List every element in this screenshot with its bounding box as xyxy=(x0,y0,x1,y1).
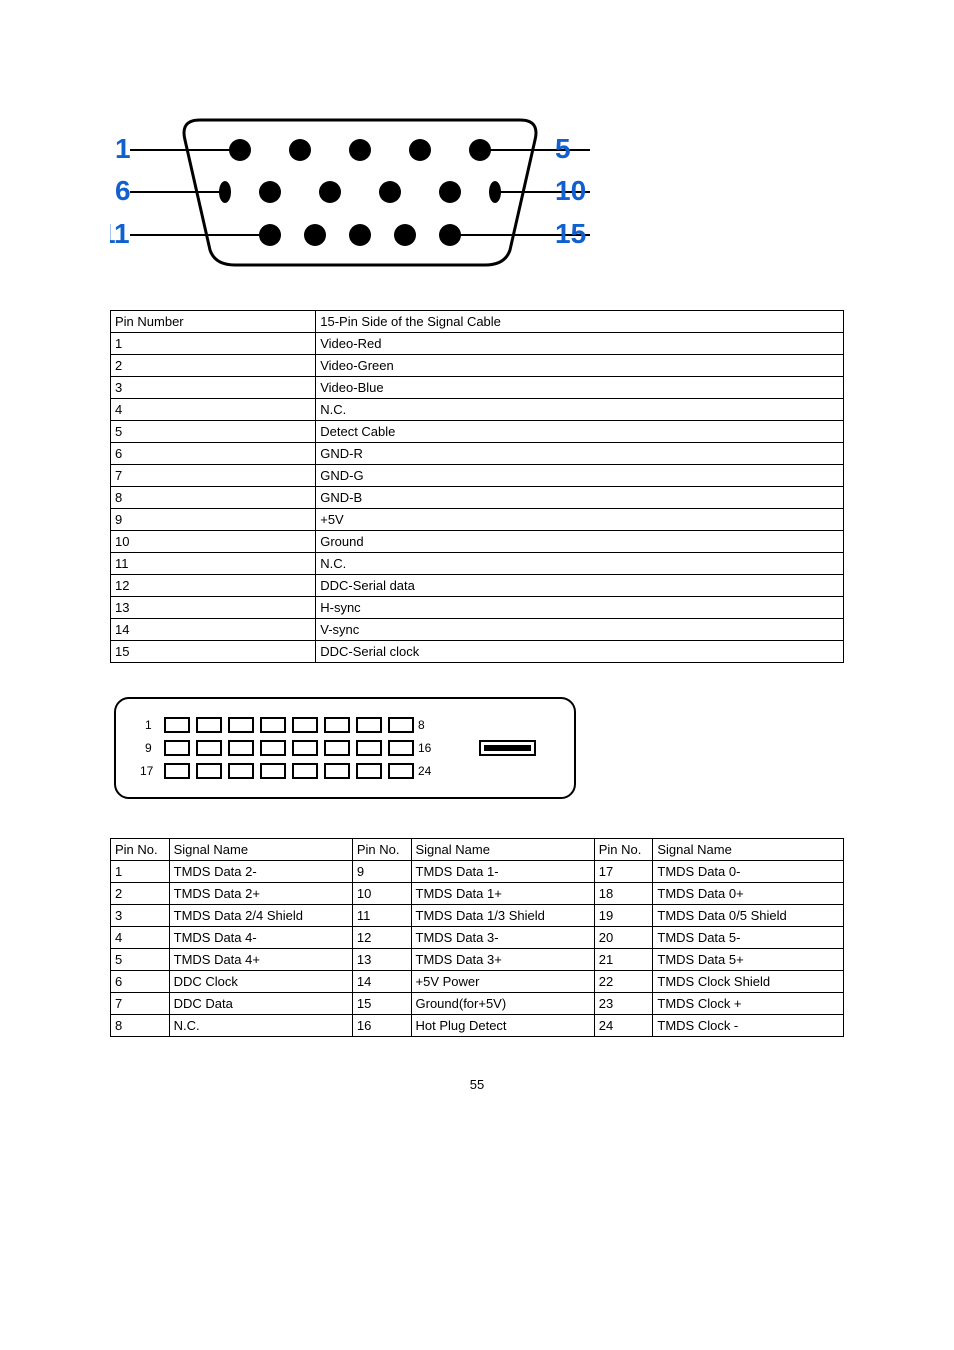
table-row: 4N.C. xyxy=(111,399,844,421)
page-number: 55 xyxy=(0,1077,954,1092)
table-row: 3Video-Blue xyxy=(111,377,844,399)
col-header: Pin No. xyxy=(594,839,653,861)
dvi-label-24: 24 xyxy=(418,764,432,778)
table-row: 2Video-Green xyxy=(111,355,844,377)
dvi-connector-svg: 1 9 17 8 16 24 xyxy=(110,693,580,803)
table-row: 1TMDS Data 2-9TMDS Data 1-17TMDS Data 0- xyxy=(111,861,844,883)
table-row: 6GND-R xyxy=(111,443,844,465)
table-row: 13H-sync xyxy=(111,597,844,619)
table-row: 14V-sync xyxy=(111,619,844,641)
table-row: 6DDC Clock14+5V Power22TMDS Clock Shield xyxy=(111,971,844,993)
dvi-label-8: 8 xyxy=(418,718,425,732)
col-header: Pin No. xyxy=(111,839,170,861)
vga-connector-diagram: 1 6 11 5 10 15 xyxy=(110,100,844,280)
table-row: 8GND-B xyxy=(111,487,844,509)
col-header: Signal Name xyxy=(411,839,594,861)
vga-label-1: 1 xyxy=(115,133,131,164)
vga-label-6: 6 xyxy=(115,175,131,206)
vga-label-5: 5 xyxy=(555,133,571,164)
dvi-connector-diagram: 1 9 17 8 16 24 xyxy=(110,693,844,808)
table-row: 1Video-Red xyxy=(111,333,844,355)
col-header: Signal Name xyxy=(653,839,844,861)
col-header-desc: 15-Pin Side of the Signal Cable xyxy=(316,311,844,333)
vga-connector-svg: 1 6 11 5 10 15 xyxy=(110,100,610,280)
vga-label-10: 10 xyxy=(555,175,586,206)
table-row: 11N.C. xyxy=(111,553,844,575)
table-row: 4TMDS Data 4-12TMDS Data 3-20TMDS Data 5… xyxy=(111,927,844,949)
vga-label-11: 11 xyxy=(110,218,130,249)
col-header-pin: Pin Number xyxy=(111,311,316,333)
table-row: 5TMDS Data 4+13TMDS Data 3+21TMDS Data 5… xyxy=(111,949,844,971)
table-row: Pin Number 15-Pin Side of the Signal Cab… xyxy=(111,311,844,333)
dvi-label-17: 17 xyxy=(140,764,154,778)
table-row: 9+5V xyxy=(111,509,844,531)
vga-pin-table: Pin Number 15-Pin Side of the Signal Cab… xyxy=(110,310,844,663)
table-row: 7GND-G xyxy=(111,465,844,487)
vga-label-15: 15 xyxy=(555,218,586,249)
table-row: 3TMDS Data 2/4 Shield11TMDS Data 1/3 Shi… xyxy=(111,905,844,927)
table-row: Pin No. Signal Name Pin No. Signal Name … xyxy=(111,839,844,861)
table-row: 2TMDS Data 2+10TMDS Data 1+18TMDS Data 0… xyxy=(111,883,844,905)
dvi-label-9: 9 xyxy=(145,741,152,755)
col-header: Pin No. xyxy=(352,839,411,861)
table-row: 5Detect Cable xyxy=(111,421,844,443)
table-row: 12DDC-Serial data xyxy=(111,575,844,597)
dvi-label-16: 16 xyxy=(418,741,432,755)
table-row: 7DDC Data15Ground(for+5V)23TMDS Clock + xyxy=(111,993,844,1015)
dvi-pin-table: Pin No. Signal Name Pin No. Signal Name … xyxy=(110,838,844,1037)
col-header: Signal Name xyxy=(169,839,352,861)
dvi-label-1: 1 xyxy=(145,718,152,732)
table-row: 10Ground xyxy=(111,531,844,553)
table-row: 8N.C.16Hot Plug Detect24TMDS Clock - xyxy=(111,1015,844,1037)
table-row: 15DDC-Serial clock xyxy=(111,641,844,663)
